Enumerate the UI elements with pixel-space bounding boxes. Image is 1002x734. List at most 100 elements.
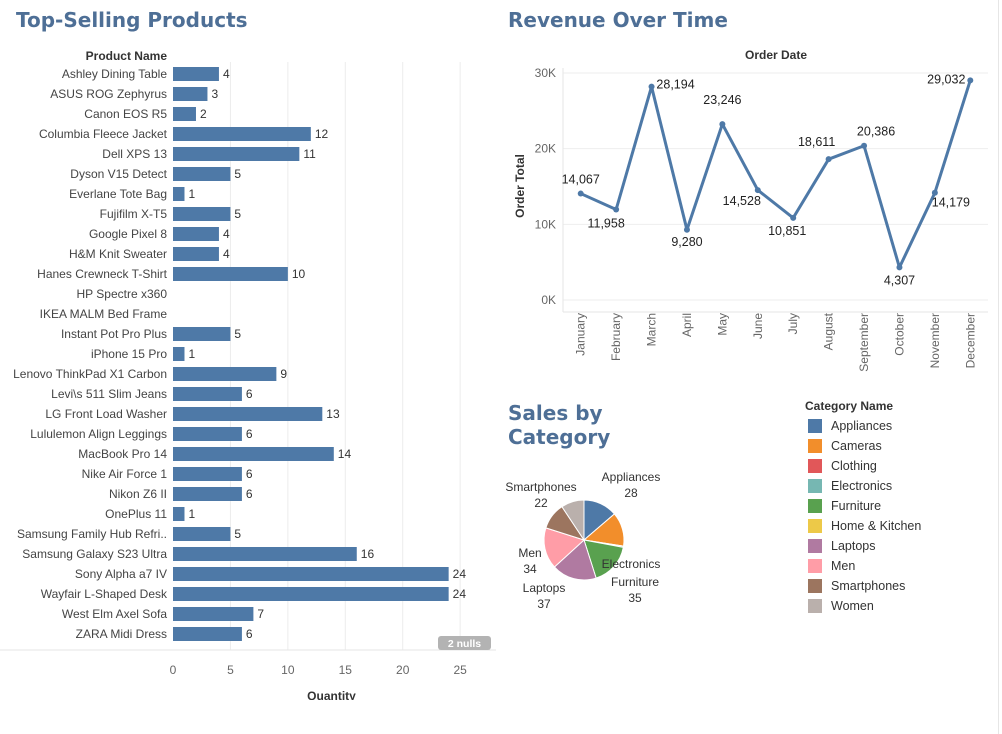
category-pie-chart[interactable]: Appliances 28 Electronics Furniture 35 Laptop… bbox=[500, 460, 700, 620]
x-tick-label: 15 bbox=[339, 663, 353, 677]
legend-item[interactable]: Cameras bbox=[805, 436, 995, 456]
top-products-bar-chart[interactable]: Product Name Ashley Dining Table 4 ASUS ROG… bbox=[0, 40, 500, 700]
y-tick-label: 0K bbox=[541, 293, 556, 307]
product-bar[interactable] bbox=[173, 607, 254, 621]
product-label[interactable]: West Elm Axel Sofa bbox=[62, 607, 167, 621]
revenue-line[interactable] bbox=[580, 79, 972, 269]
product-bar[interactable] bbox=[173, 367, 277, 381]
legend-item[interactable]: Smartphones bbox=[805, 576, 995, 596]
product-bar[interactable] bbox=[173, 267, 288, 281]
product-bar[interactable] bbox=[173, 507, 185, 521]
revenue-point[interactable] bbox=[648, 83, 655, 90]
product-label[interactable]: Ashley Dining Table bbox=[62, 67, 168, 81]
revenue-point[interactable] bbox=[754, 187, 761, 194]
product-label[interactable]: ASUS ROG Zephyrus bbox=[50, 87, 167, 101]
revenue-point[interactable] bbox=[577, 190, 584, 197]
product-label[interactable]: LG Front Load Washer bbox=[45, 407, 167, 421]
product-label[interactable]: Columbia Fleece Jacket bbox=[39, 127, 168, 141]
product-label[interactable]: Levi\s 511 Slim Jeans bbox=[51, 387, 167, 401]
product-bar[interactable] bbox=[173, 187, 185, 201]
product-bar[interactable] bbox=[173, 567, 449, 581]
product-bar[interactable] bbox=[173, 107, 196, 121]
legend-item[interactable]: Laptops bbox=[805, 536, 995, 556]
product-label[interactable]: Everlane Tote Bag bbox=[69, 187, 167, 201]
bar-value-label: 11 bbox=[303, 147, 316, 161]
bar-value-label: 10 bbox=[292, 267, 306, 281]
legend-label: Smartphones bbox=[831, 579, 906, 593]
product-label[interactable]: Lenovo ThinkPad X1 Carbon bbox=[13, 367, 167, 381]
revenue-point[interactable] bbox=[861, 142, 868, 149]
product-label[interactable]: Google Pixel 8 bbox=[89, 227, 167, 241]
bar-value-label: 16 bbox=[361, 547, 375, 561]
legend-item[interactable]: Appliances bbox=[805, 416, 995, 436]
product-label[interactable]: H&M Knit Sweater bbox=[69, 247, 167, 261]
product-label[interactable]: Sony Alpha a7 IV bbox=[75, 567, 167, 581]
revenue-value-label: 10,851 bbox=[768, 224, 806, 238]
revenue-point[interactable] bbox=[683, 226, 690, 233]
product-bar[interactable] bbox=[173, 527, 231, 541]
product-label[interactable]: Samsung Family Hub Refri.. bbox=[17, 527, 167, 541]
revenue-point[interactable] bbox=[896, 264, 903, 271]
revenue-value-label: 20,386 bbox=[857, 125, 895, 139]
legend-item[interactable]: Clothing bbox=[805, 456, 995, 476]
product-bar[interactable] bbox=[173, 147, 300, 161]
product-bar[interactable] bbox=[173, 207, 231, 221]
product-bar[interactable] bbox=[173, 247, 219, 261]
month-label: September bbox=[857, 313, 871, 372]
product-bar[interactable] bbox=[173, 487, 242, 501]
product-bar[interactable] bbox=[173, 407, 323, 421]
legend-label: Clothing bbox=[831, 459, 877, 473]
revenue-point[interactable] bbox=[967, 77, 974, 84]
bar-value-label: 1 bbox=[188, 347, 195, 361]
product-label[interactable]: HP Spectre x360 bbox=[77, 287, 168, 301]
product-bar[interactable] bbox=[173, 167, 231, 181]
product-bar[interactable] bbox=[173, 347, 185, 361]
legend-swatch bbox=[808, 439, 822, 453]
pie-label-name: Smartphones bbox=[505, 480, 576, 494]
revenue-point[interactable] bbox=[790, 214, 797, 221]
bar-value-label: 6 bbox=[246, 387, 253, 401]
product-bar[interactable] bbox=[173, 67, 219, 81]
product-label[interactable]: Wayfair L-Shaped Desk bbox=[41, 587, 168, 601]
product-label[interactable]: Canon EOS R5 bbox=[84, 107, 167, 121]
product-label[interactable]: Fujifilm X-T5 bbox=[100, 207, 168, 221]
product-bar[interactable] bbox=[173, 327, 231, 341]
product-bar[interactable] bbox=[173, 227, 219, 241]
product-label[interactable]: Hanes Crewneck T-Shirt bbox=[37, 267, 167, 281]
legend-item[interactable]: Home & Kitchen bbox=[805, 516, 995, 536]
product-label[interactable]: iPhone 15 Pro bbox=[91, 347, 167, 361]
revenue-point[interactable] bbox=[613, 206, 620, 213]
product-label[interactable]: Dell XPS 13 bbox=[102, 147, 167, 161]
product-label[interactable]: Instant Pot Pro Plus bbox=[61, 327, 167, 341]
product-label[interactable]: Nike Air Force 1 bbox=[82, 467, 168, 481]
product-bar[interactable] bbox=[173, 427, 242, 441]
revenue-point[interactable] bbox=[719, 121, 726, 128]
product-label[interactable]: MacBook Pro 14 bbox=[78, 447, 167, 461]
product-label[interactable]: Dyson V15 Detect bbox=[70, 167, 167, 181]
legend-item[interactable]: Women bbox=[805, 596, 995, 616]
product-label[interactable]: Lululemon Align Leggings bbox=[30, 427, 167, 441]
bar-value-label: 7 bbox=[257, 607, 264, 621]
product-label[interactable]: Nikon Z6 II bbox=[109, 487, 167, 501]
product-bar[interactable] bbox=[173, 447, 334, 461]
legend-item[interactable]: Electronics bbox=[805, 476, 995, 496]
product-bar[interactable] bbox=[173, 547, 357, 561]
revenue-point[interactable] bbox=[825, 156, 832, 163]
product-bar[interactable] bbox=[173, 387, 242, 401]
product-bar[interactable] bbox=[173, 127, 311, 141]
bar-value-label: 1 bbox=[188, 507, 195, 521]
product-bar[interactable] bbox=[173, 587, 449, 601]
product-bar[interactable] bbox=[173, 87, 208, 101]
product-label[interactable]: ZARA Midi Dress bbox=[76, 627, 167, 641]
revenue-value-label: 9,280 bbox=[671, 235, 702, 249]
revenue-line-chart[interactable]: Order Date 0K 10K 20K 30K Order Total 14,067 11… bbox=[500, 40, 996, 385]
product-bar[interactable] bbox=[173, 627, 242, 641]
legend-item[interactable]: Men bbox=[805, 556, 995, 576]
product-label[interactable]: Samsung Galaxy S23 Ultra bbox=[22, 547, 167, 561]
product-label[interactable]: OnePlus 11 bbox=[105, 507, 167, 521]
month-label: May bbox=[715, 313, 729, 336]
legend-item[interactable]: Furniture bbox=[805, 496, 995, 516]
product-label[interactable]: IKEA MALM Bed Frame bbox=[40, 307, 168, 321]
legend-swatch bbox=[808, 419, 822, 433]
product-bar[interactable] bbox=[173, 467, 242, 481]
